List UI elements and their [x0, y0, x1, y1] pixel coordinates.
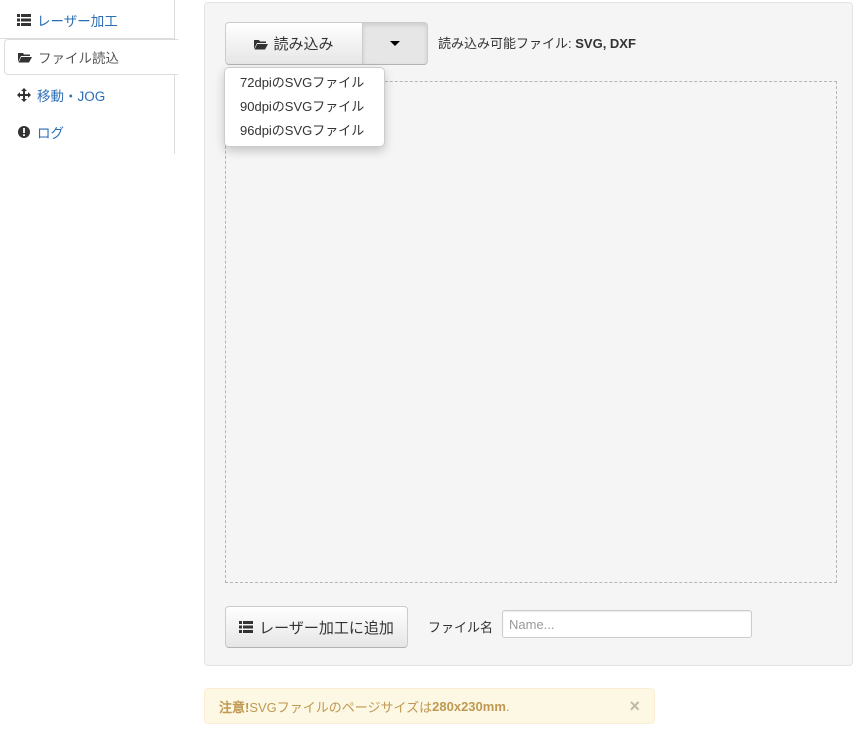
load-options-menu: 72dpiのSVGファイル 90dpiのSVGファイル 96dpiのSVGファイ… — [224, 67, 385, 147]
sidebar-item-log[interactable]: ログ — [0, 114, 174, 150]
sidebar-item-label: 移動・JOG — [37, 89, 106, 104]
sidebar-item-label: ログ — [37, 126, 64, 141]
move-icon — [17, 88, 31, 102]
alert-text: SVGファイルのページサイズは — [249, 699, 433, 715]
exclamation-circle-icon — [17, 125, 31, 139]
supported-formats: 読み込み可能ファイル: SVG, DXF — [438, 33, 636, 52]
sidebar-item-move-jog[interactable]: 移動・JOG — [0, 77, 174, 113]
load-button[interactable]: 読み込み — [225, 22, 363, 65]
load-button-label: 読み込み — [273, 36, 334, 53]
filename-label: ファイル名 — [428, 620, 494, 635]
list-icon — [239, 620, 254, 634]
sidebar-tabs: レーザー加工 ファイル読込 移動・JOG ログ — [0, 0, 179, 154]
caret-down-icon — [390, 41, 400, 46]
menu-item-96dpi-svg[interactable]: 96dpiのSVGファイル — [225, 119, 384, 143]
folder-open-icon — [254, 37, 269, 51]
add-to-laser-job-button[interactable]: レーザー加工に追加 — [225, 606, 408, 648]
alert-end: . — [505, 698, 510, 714]
menu-item-90dpi-svg[interactable]: 90dpiのSVGファイル — [225, 95, 384, 119]
sidebar-item-label: ファイル読込 — [38, 51, 119, 66]
menu-item-72dpi-svg[interactable]: 72dpiのSVGファイル — [225, 71, 384, 95]
list-icon — [17, 13, 31, 27]
load-options-toggle[interactable] — [362, 22, 428, 65]
folder-open-icon — [18, 50, 32, 64]
supported-formats-value: SVG, DXF — [575, 36, 636, 51]
sidebar-item-file-import[interactable]: ファイル読込 — [4, 39, 179, 75]
sidebar-divider — [174, 0, 175, 154]
add-button-label: レーザー加工に追加 — [259, 619, 394, 637]
sidebar-item-label: レーザー加工 — [37, 13, 118, 29]
alert-strong: 注意! — [219, 699, 250, 715]
page-size-warning: 注意! SVGファイルのページサイズは 280x230mm. × — [204, 688, 655, 724]
alert-size: 280x230mm — [432, 698, 506, 714]
supported-formats-label: 読み込み可能ファイル: — [438, 36, 576, 51]
filename-input[interactable] — [502, 610, 752, 638]
sidebar-item-laser-job[interactable]: レーザー加工 — [0, 1, 174, 39]
file-drop-area[interactable] — [225, 81, 837, 583]
close-icon[interactable]: × — [629, 696, 640, 716]
